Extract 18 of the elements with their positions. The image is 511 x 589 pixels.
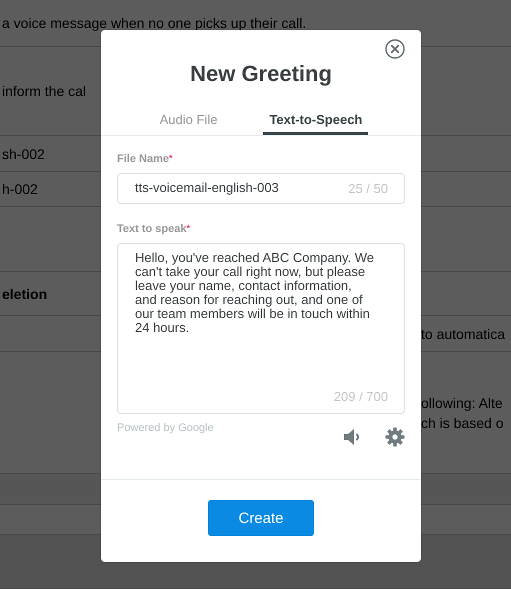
background-text: to automatica — [421, 326, 506, 342]
field-label: File Name — [117, 153, 169, 165]
close-icon[interactable] — [385, 39, 405, 59]
required-mark: * — [186, 223, 190, 235]
dialog-title: New Greeting — [189, 61, 333, 87]
required-mark: * — [168, 153, 172, 165]
powered-by-text: Powered by Google — [117, 422, 215, 434]
background-text: inform the cal — [2, 83, 86, 99]
background-text: h-002 — [2, 181, 38, 197]
background-text: sh-002 — [2, 146, 45, 162]
background-text: a voice message when no one picks up their call. — [2, 15, 306, 31]
background-text: ollowing: Alte — [421, 394, 504, 410]
settings-icon[interactable] — [385, 426, 405, 446]
create-button[interactable]: Create — [208, 500, 314, 536]
background-text: ch is based o — [421, 414, 504, 430]
field-label: Text to speak — [117, 223, 186, 235]
background-text: eletion — [2, 286, 48, 302]
tab[interactable]: Text-to-Speech — [263, 109, 368, 135]
